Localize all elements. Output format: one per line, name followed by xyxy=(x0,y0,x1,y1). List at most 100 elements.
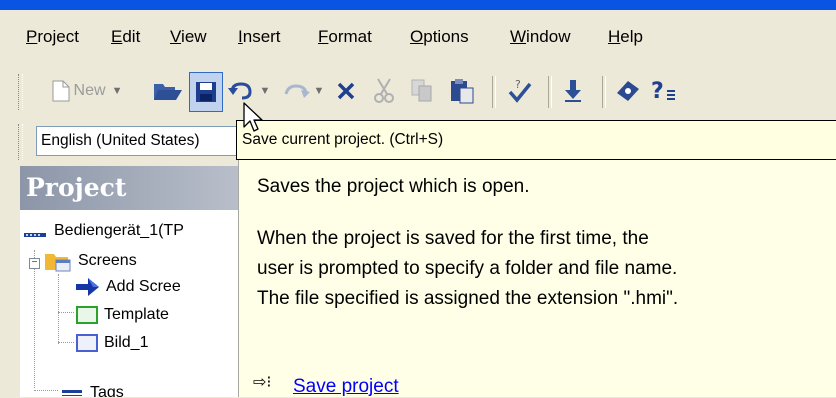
toolbar-separator xyxy=(602,76,606,108)
tree-item-tags[interactable]: Tags xyxy=(60,378,124,397)
project-pane-title: Project xyxy=(26,173,127,202)
add-arrow-icon xyxy=(76,278,99,296)
chevron-down-icon: ▼ xyxy=(111,85,123,97)
menu-edit[interactable]: Edit xyxy=(111,26,140,48)
tree-item-screens[interactable]: Screens xyxy=(44,250,137,272)
menu-label: View xyxy=(170,27,207,46)
chevron-down-icon: ▼ xyxy=(259,85,271,97)
window-title-bar xyxy=(0,0,836,10)
menu-mnemonic: W xyxy=(510,27,527,46)
project-pane: Project Bediengerät_1(TP − Screens Add S… xyxy=(20,166,240,397)
toolbar-grip[interactable] xyxy=(18,124,23,160)
tree-item-label: Screens xyxy=(78,252,137,269)
new-document-icon xyxy=(52,80,70,102)
folder-icon xyxy=(45,254,71,272)
cut-icon xyxy=(374,78,394,103)
new-button[interactable]: New ▼ xyxy=(28,70,146,112)
tree-item-label: Template xyxy=(104,306,169,323)
menu-label: Window xyxy=(510,27,571,46)
tree-item-label: Add Scree xyxy=(106,278,181,295)
menu-window[interactable]: Window xyxy=(510,26,570,48)
download-icon xyxy=(565,80,581,102)
help-book-button[interactable] xyxy=(610,70,646,112)
menu-label: Insert xyxy=(238,27,281,46)
screen-icon xyxy=(76,334,98,352)
help-book-icon xyxy=(617,81,639,101)
open-folder-icon xyxy=(154,84,182,100)
device-icon xyxy=(24,233,46,237)
copy-icon xyxy=(411,79,432,102)
tree-item-label: Bediengerät_1(TP xyxy=(54,222,184,239)
tree-expander[interactable]: − xyxy=(29,258,40,269)
cut-button[interactable] xyxy=(368,70,400,112)
open-button[interactable] xyxy=(150,70,186,112)
tooltip-summary: Saves the project which is open. xyxy=(257,176,530,197)
save-project-link[interactable]: Save project xyxy=(293,376,399,398)
chevron-down-icon: ▼ xyxy=(313,85,325,97)
link-arrow-icon: ⇨⁝ xyxy=(253,374,272,391)
tree-item-bild-1[interactable]: Bild_1 xyxy=(76,332,148,354)
menu-mnemonic: E xyxy=(111,27,123,46)
tree-item-template[interactable]: Template xyxy=(76,304,169,326)
tooltip-title: Save current project. (Ctrl+S) xyxy=(236,120,836,160)
tree-item-label: Bild_1 xyxy=(104,334,149,351)
project-pane-header: Project xyxy=(20,166,240,210)
redo-icon xyxy=(284,84,310,98)
redo-button[interactable]: ▼ xyxy=(278,70,328,112)
check-button[interactable]: ? xyxy=(502,70,538,112)
menu-project[interactable]: Project xyxy=(26,26,79,48)
tooltip-body: Saves the project which is open. When th… xyxy=(238,160,836,397)
paste-button[interactable] xyxy=(444,70,480,112)
tree-connector xyxy=(34,390,58,391)
tree-item-device[interactable]: Bediengerät_1(TP xyxy=(24,220,184,242)
toolbar-separator xyxy=(548,76,552,108)
template-icon xyxy=(76,306,98,324)
tree-connector xyxy=(58,342,74,343)
delete-button[interactable] xyxy=(330,70,362,112)
svg-text:?: ? xyxy=(651,79,664,104)
menu-mnemonic: P xyxy=(26,27,38,46)
check-icon: ? xyxy=(508,78,532,103)
mouse-cursor-icon xyxy=(243,102,263,132)
menu-insert[interactable]: Insert xyxy=(238,26,281,48)
tooltip-line: user is prompted to specify a folder and… xyxy=(257,258,678,279)
language-select[interactable]: English (United States) xyxy=(36,126,266,156)
download-button[interactable] xyxy=(556,70,590,112)
tooltip-line: The file specified is assigned the exten… xyxy=(257,288,679,309)
menu-view[interactable]: View xyxy=(170,26,207,48)
menu-mnemonic: F xyxy=(318,27,329,46)
menu-label: Format xyxy=(318,27,372,46)
menu-mnemonic: V xyxy=(170,27,182,46)
tree-connector xyxy=(58,274,59,344)
tree-connector xyxy=(34,250,35,388)
menu-mnemonic: H xyxy=(608,27,621,46)
tags-icon xyxy=(62,390,82,396)
delete-icon xyxy=(337,82,355,100)
tree-item-label: Tags xyxy=(90,384,124,397)
copy-button[interactable] xyxy=(406,70,438,112)
menu-format[interactable]: Format xyxy=(318,26,372,48)
menu-label: Project xyxy=(26,27,79,46)
menu-label: Edit xyxy=(111,27,141,46)
new-button-label: New xyxy=(73,82,106,99)
toolbar-separator xyxy=(492,76,496,108)
tooltip-line: When the project is saved for the first … xyxy=(257,228,649,249)
whats-this-button[interactable]: ? xyxy=(648,70,684,112)
save-icon xyxy=(196,82,216,102)
tree-item-add-screen[interactable]: Add Scree xyxy=(76,276,181,298)
whats-this-icon: ? xyxy=(651,79,675,104)
save-button[interactable] xyxy=(189,72,223,112)
undo-icon xyxy=(227,82,252,100)
menu-bar: Project Edit View Insert Format Options … xyxy=(8,20,836,50)
toolbar-grip[interactable] xyxy=(18,74,23,110)
menu-label: Help xyxy=(608,27,643,46)
menu-help[interactable]: Help xyxy=(608,26,643,48)
menu-mnemonic: O xyxy=(410,27,424,46)
svg-text:?: ? xyxy=(515,78,521,91)
menu-label: Options xyxy=(410,27,469,46)
paste-icon xyxy=(451,79,474,104)
menu-mnemonic: I xyxy=(238,27,243,46)
standard-toolbar: New ▼ ▼ ▼ ? ? xyxy=(8,70,836,120)
tree-connector xyxy=(58,312,74,313)
menu-options[interactable]: Options xyxy=(410,26,469,48)
